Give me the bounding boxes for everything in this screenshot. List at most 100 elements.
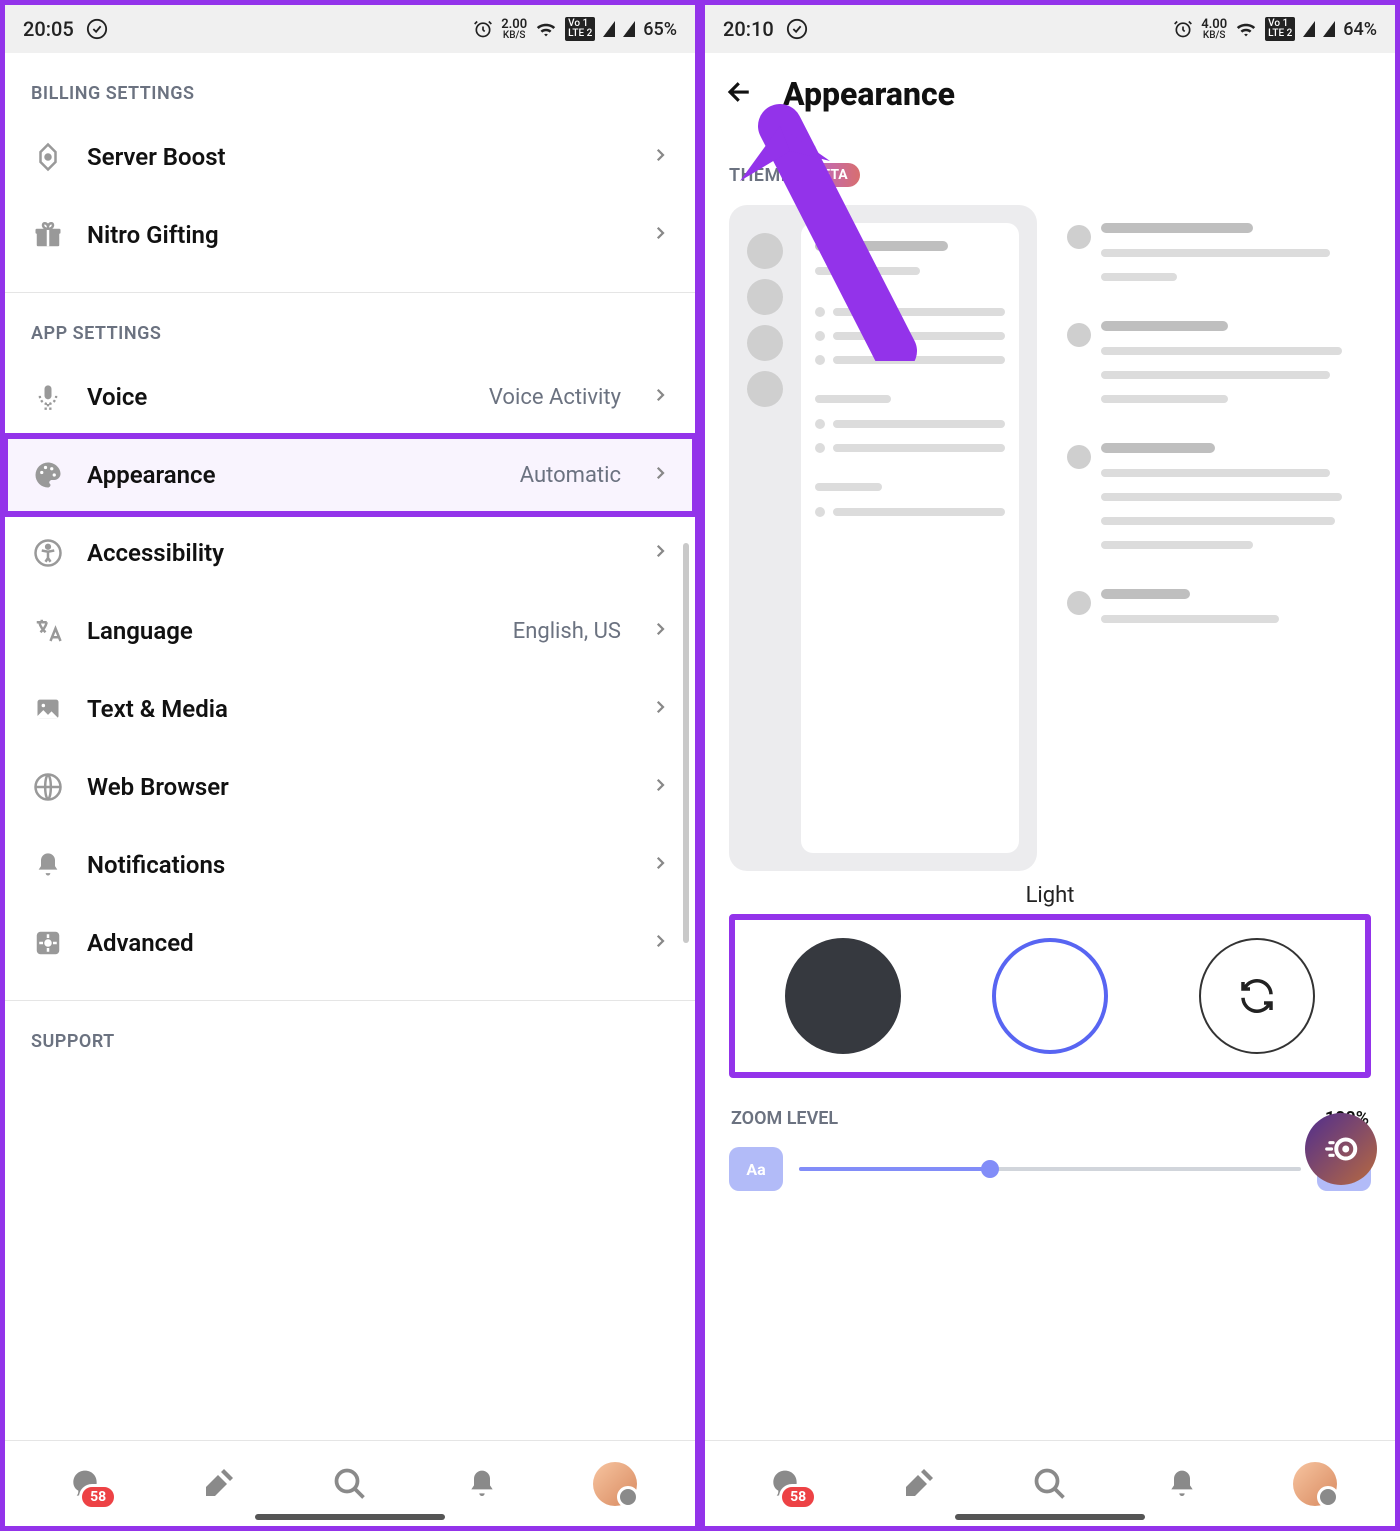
- nav-search[interactable]: [326, 1460, 374, 1508]
- home-indicator[interactable]: [955, 1514, 1145, 1520]
- chevron-right-icon: [651, 620, 669, 642]
- battery-percent: 65%: [643, 19, 677, 40]
- gear-icon: [31, 926, 65, 960]
- theme-sync[interactable]: [1199, 938, 1315, 1054]
- item-label: Text & Media: [87, 695, 629, 723]
- theme-selector: [729, 914, 1371, 1078]
- item-notifications[interactable]: Notifications: [5, 826, 695, 904]
- lte-badge: Vo 1LTE 2: [565, 17, 595, 41]
- status-bar: 20:10 4.00KB/S Vo 1LTE 2 64%: [705, 5, 1395, 53]
- data-speed: 4.00KB/S: [1201, 18, 1227, 41]
- status-bar: 20:05 2.00KB/S Vo 1LTE 2 65%: [5, 5, 695, 53]
- item-value: Voice Activity: [489, 385, 621, 410]
- gift-icon: [31, 218, 65, 252]
- bottom-nav: 58: [5, 1440, 695, 1526]
- palette-icon: [31, 458, 65, 492]
- avatar: [1293, 1462, 1337, 1506]
- chevron-right-icon: [651, 542, 669, 564]
- preview-server-list: [729, 205, 1037, 871]
- back-button[interactable]: [725, 77, 755, 111]
- boost-icon: [31, 140, 65, 174]
- item-label: Language: [87, 617, 491, 645]
- chevron-right-icon: [651, 224, 669, 246]
- language-icon: [31, 614, 65, 648]
- image-icon: [31, 692, 65, 726]
- nav-friends[interactable]: [194, 1460, 242, 1508]
- item-label: Voice: [87, 383, 467, 411]
- chevron-right-icon: [651, 698, 669, 720]
- signal-icon-2: [623, 21, 635, 37]
- zoom-min-icon[interactable]: Aa: [729, 1147, 783, 1191]
- checkmark-icon: [786, 18, 808, 40]
- item-server-boost[interactable]: Server Boost: [5, 118, 695, 196]
- globe-icon: [31, 770, 65, 804]
- section-support-header: SUPPORT: [5, 1001, 695, 1066]
- badge-count: 58: [79, 1484, 117, 1510]
- signal-icon: [1303, 21, 1315, 37]
- item-label: Web Browser: [87, 773, 629, 801]
- item-label: Advanced: [87, 929, 629, 957]
- badge-count: 58: [779, 1484, 817, 1510]
- wifi-icon: [535, 18, 557, 40]
- zoom-slider-row: Aa Aa: [729, 1147, 1371, 1191]
- accessibility-icon: [31, 536, 65, 570]
- item-nitro-gifting[interactable]: Nitro Gifting: [5, 196, 695, 274]
- nav-search[interactable]: [1026, 1460, 1074, 1508]
- status-time: 20:05: [23, 17, 74, 41]
- item-label: Notifications: [87, 851, 629, 879]
- item-value: English, US: [513, 619, 621, 644]
- item-voice[interactable]: Voice Voice Activity: [5, 358, 695, 436]
- avatar: [593, 1462, 637, 1506]
- beta-badge: BETA: [801, 163, 859, 187]
- item-text-media[interactable]: Text & Media: [5, 670, 695, 748]
- wifi-icon: [1235, 18, 1257, 40]
- chevron-right-icon: [651, 854, 669, 876]
- chevron-right-icon: [651, 386, 669, 408]
- nav-notifications[interactable]: [1158, 1460, 1206, 1508]
- item-label: Nitro Gifting: [87, 221, 629, 249]
- page-title: Appearance: [783, 75, 955, 113]
- theme-name: Light: [729, 883, 1371, 908]
- zoom-header: ZOOM LEVEL: [731, 1108, 838, 1129]
- item-web-browser[interactable]: Web Browser: [5, 748, 695, 826]
- nav-profile[interactable]: [1291, 1460, 1339, 1508]
- section-billing-header: BILLING SETTINGS: [5, 53, 695, 118]
- item-appearance[interactable]: Appearance Automatic: [5, 436, 695, 514]
- signal-icon: [603, 21, 615, 37]
- checkmark-icon: [86, 18, 108, 40]
- item-label: Accessibility: [87, 539, 629, 567]
- chevron-right-icon: [651, 146, 669, 168]
- zoom-slider[interactable]: [799, 1167, 1301, 1171]
- appbar: Appearance: [705, 53, 1395, 135]
- chevron-right-icon: [651, 464, 669, 486]
- item-label: Appearance: [87, 461, 498, 489]
- bottom-nav: 58: [705, 1440, 1395, 1526]
- status-time: 20:10: [723, 17, 774, 41]
- item-accessibility[interactable]: Accessibility: [5, 514, 695, 592]
- nav-home[interactable]: 58: [761, 1460, 809, 1508]
- nitro-button[interactable]: [1305, 1113, 1377, 1185]
- preview-chat: [1057, 205, 1365, 871]
- nav-profile[interactable]: [591, 1460, 639, 1508]
- chevron-right-icon: [651, 776, 669, 798]
- theme-dark[interactable]: [785, 938, 901, 1054]
- theme-light[interactable]: [992, 938, 1108, 1054]
- theme-header: THEME: [729, 165, 791, 186]
- battery-percent: 64%: [1343, 19, 1377, 40]
- alarm-icon: [473, 19, 493, 39]
- signal-icon-2: [1323, 21, 1335, 37]
- nav-notifications[interactable]: [458, 1460, 506, 1508]
- nav-home[interactable]: 58: [61, 1460, 109, 1508]
- bell-icon: [31, 848, 65, 882]
- section-app-header: APP SETTINGS: [5, 293, 695, 358]
- lte-badge: Vo 1LTE 2: [1265, 17, 1295, 41]
- item-language[interactable]: Language English, US: [5, 592, 695, 670]
- alarm-icon: [1173, 19, 1193, 39]
- item-label: Server Boost: [87, 143, 629, 171]
- scrollbar[interactable]: [683, 543, 689, 943]
- nav-friends[interactable]: [894, 1460, 942, 1508]
- chevron-right-icon: [651, 932, 669, 954]
- item-advanced[interactable]: Advanced: [5, 904, 695, 982]
- home-indicator[interactable]: [255, 1514, 445, 1520]
- theme-previews[interactable]: [729, 205, 1371, 871]
